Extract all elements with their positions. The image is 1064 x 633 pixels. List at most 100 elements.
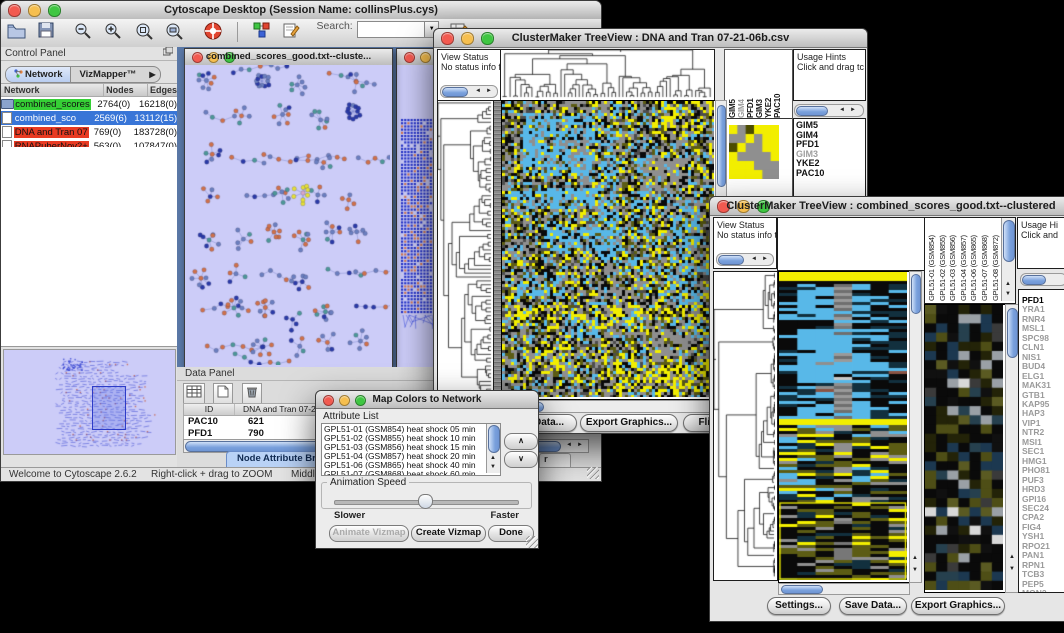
tab-overflow-arrow[interactable]: ▶: [144, 67, 160, 82]
gene-label[interactable]: MON2: [1019, 589, 1064, 593]
gene-label[interactable]: PAC10: [794, 169, 865, 179]
scroll-down-arrow[interactable]: ▼: [488, 463, 498, 472]
main-titlebar[interactable]: Cytoscape Desktop (Session Name: collins…: [1, 1, 601, 20]
scroll-right-arrow[interactable]: ►: [484, 87, 494, 96]
gene-list[interactable]: GIM5GIM4PFD1GIM3YKE2PAC10: [794, 119, 865, 178]
column-dendrogram-canvas[interactable]: [501, 50, 712, 98]
scroll-right-arrow[interactable]: ►: [760, 255, 770, 264]
column-label[interactable]: GPL51-04 (GSM857): [959, 218, 970, 301]
column-label[interactable]: PAC10: [773, 50, 782, 118]
scroll-right-arrow[interactable]: ►: [575, 441, 585, 450]
scroll-up-arrow[interactable]: ▲: [1003, 280, 1013, 289]
attribute-items[interactable]: GPL51-01 (GSM854) heat shock 05 minGPL51…: [322, 424, 500, 476]
scroll-right-arrow[interactable]: ►: [848, 106, 858, 115]
network-overview-canvas[interactable]: [4, 350, 175, 454]
attribute-item[interactable]: GPL51-07 (GSM868) heat shock 60 min: [322, 470, 500, 476]
column-label[interactable]: GPL51-06 (GSM865): [969, 218, 980, 301]
network-window-titlebar[interactable]: combined_scores_good.txt--cluste...: [185, 49, 392, 66]
zoom-heatmap-canvas[interactable]: [925, 305, 1003, 590]
resize-grip[interactable]: [587, 467, 599, 479]
resize-grip[interactable]: [526, 536, 538, 548]
global-heatmap-canvas[interactable]: [729, 125, 779, 179]
treeview2-column-dendrogram-area[interactable]: [777, 217, 925, 271]
save-data-button[interactable]: Save Data...: [839, 597, 907, 615]
row-dendrogram-canvas[interactable]: [438, 101, 492, 395]
view-status-scrollbar[interactable]: ◄ ►: [716, 253, 774, 266]
network-view-clustered[interactable]: [185, 65, 392, 367]
column-label[interactable]: GPL51-02 (GSM855): [938, 218, 949, 301]
treeview2-zoom-heatmap[interactable]: [924, 304, 1006, 593]
treeview2-main-heatmap[interactable]: [778, 271, 910, 583]
help-ring-icon[interactable]: [204, 22, 223, 46]
scroll-down-arrow[interactable]: ▼: [910, 566, 920, 575]
dialog-titlebar[interactable]: Map Colors to Network: [316, 391, 538, 409]
network-row[interactable]: combined_scores2764(0)16218(0): [1, 97, 177, 111]
treeview1-titlebar[interactable]: ClusterMaker TreeView : DNA and Tran 07-…: [434, 29, 867, 48]
treeview1-main-heatmap[interactable]: [501, 100, 717, 400]
treeview1-column-dendrogram[interactable]: [500, 49, 715, 101]
float-panel-icon[interactable]: [163, 47, 173, 60]
scrollbar-thumb[interactable]: [781, 585, 823, 594]
network-row[interactable]: combined_sco2569(6)13112(15): [1, 111, 177, 125]
treeview2-row-dendrogram[interactable]: [713, 271, 778, 581]
scrollbar-thumb[interactable]: [488, 425, 500, 453]
tab-network[interactable]: Network: [6, 67, 71, 82]
gene-list[interactable]: PFD1YRA1RNR4MSL1SPC98CLN1NIS1BUD4ELG1MAK…: [1019, 290, 1064, 593]
network-row[interactable]: DNA and Tran 07769(0)183728(0): [1, 125, 177, 139]
scroll-left-arrow[interactable]: ◄: [837, 106, 847, 115]
scrollbar-thumb[interactable]: [1003, 220, 1015, 262]
attribute-list-scrollbar[interactable]: ▲ ▼: [486, 424, 500, 473]
column-labels[interactable]: GIM5GIM4PFD1GIM3YKE2PAC10: [725, 50, 792, 119]
column-header-nodes[interactable]: Nodes: [104, 84, 148, 96]
column-label[interactable]: GPL51-08 (GSM872): [991, 218, 1002, 301]
column-header-edges[interactable]: Edges: [148, 84, 177, 96]
minimize-button[interactable]: [420, 52, 431, 63]
scroll-up-arrow[interactable]: ▲: [488, 454, 498, 463]
column-labels-scrollbar[interactable]: ▲ ▼: [1001, 218, 1015, 301]
save-icon[interactable]: [38, 22, 55, 44]
scrollbar-thumb[interactable]: [911, 274, 921, 314]
usage-hints-scrollbar[interactable]: [1020, 273, 1064, 286]
export-graphics-button[interactable]: Export Graphics...: [911, 597, 1005, 615]
scroll-up-arrow[interactable]: ▲: [1007, 553, 1017, 562]
zoom-out-icon[interactable]: [74, 22, 92, 45]
overview-viewport-rect[interactable]: [92, 386, 126, 430]
column-label[interactable]: PFD1: [746, 50, 755, 118]
main-heatmap-canvas[interactable]: [502, 101, 714, 397]
column-header-network[interactable]: Network: [1, 84, 104, 96]
tab-partial[interactable]: r: [539, 453, 571, 468]
settings-button[interactable]: Settings...: [767, 597, 831, 615]
create-vizmap-button[interactable]: Create Vizmap: [411, 525, 486, 542]
delete-attribute-icon[interactable]: [242, 383, 262, 405]
column-label[interactable]: GIM5: [728, 50, 737, 118]
scrollbar-thumb[interactable]: [442, 87, 468, 97]
id-column-header[interactable]: ID: [184, 404, 235, 415]
export-graphics-button[interactable]: Export Graphics...: [580, 414, 678, 432]
treeview1-row-dendrogram[interactable]: [437, 100, 495, 398]
column-label[interactable]: GPL51-07 (GSM868): [980, 218, 991, 301]
scroll-down-arrow[interactable]: ▼: [1003, 290, 1013, 299]
column-label[interactable]: GPL51-01 (GSM854): [927, 218, 938, 301]
treeview2-zoom-vscrollbar[interactable]: ▲ ▼: [1005, 304, 1019, 593]
column-label[interactable]: YKE2: [764, 50, 773, 118]
treeview2-hscrollbar[interactable]: [778, 583, 910, 595]
zoom-selected-icon[interactable]: [135, 22, 153, 45]
column-label[interactable]: GPL51-03 (GSM856): [948, 218, 959, 301]
scrollbar-thumb[interactable]: [796, 106, 828, 116]
column-label[interactable]: GIM3: [755, 50, 764, 118]
network-overview-pane[interactable]: [3, 349, 176, 455]
zoom-fit-icon[interactable]: [165, 22, 183, 45]
scrollbar-thumb[interactable]: [1022, 275, 1046, 285]
new-attribute-icon[interactable]: [213, 383, 233, 405]
zoom-in-icon[interactable]: [104, 22, 122, 45]
attribute-table-icon[interactable]: [183, 383, 205, 405]
open-folder-icon[interactable]: [7, 22, 26, 44]
scroll-up-arrow[interactable]: ▲: [910, 554, 920, 563]
main-heatmap-canvas[interactable]: [779, 272, 907, 580]
view-status-scrollbar[interactable]: ◄ ►: [440, 85, 498, 98]
treeview2-titlebar[interactable]: ClusterMaker TreeView : combined_scores_…: [710, 197, 1064, 216]
close-button[interactable]: [404, 52, 415, 63]
column-label[interactable]: GIM4: [737, 50, 746, 118]
clustered-network-canvas[interactable]: [185, 65, 390, 365]
scroll-down-arrow[interactable]: ▼: [1007, 565, 1017, 574]
